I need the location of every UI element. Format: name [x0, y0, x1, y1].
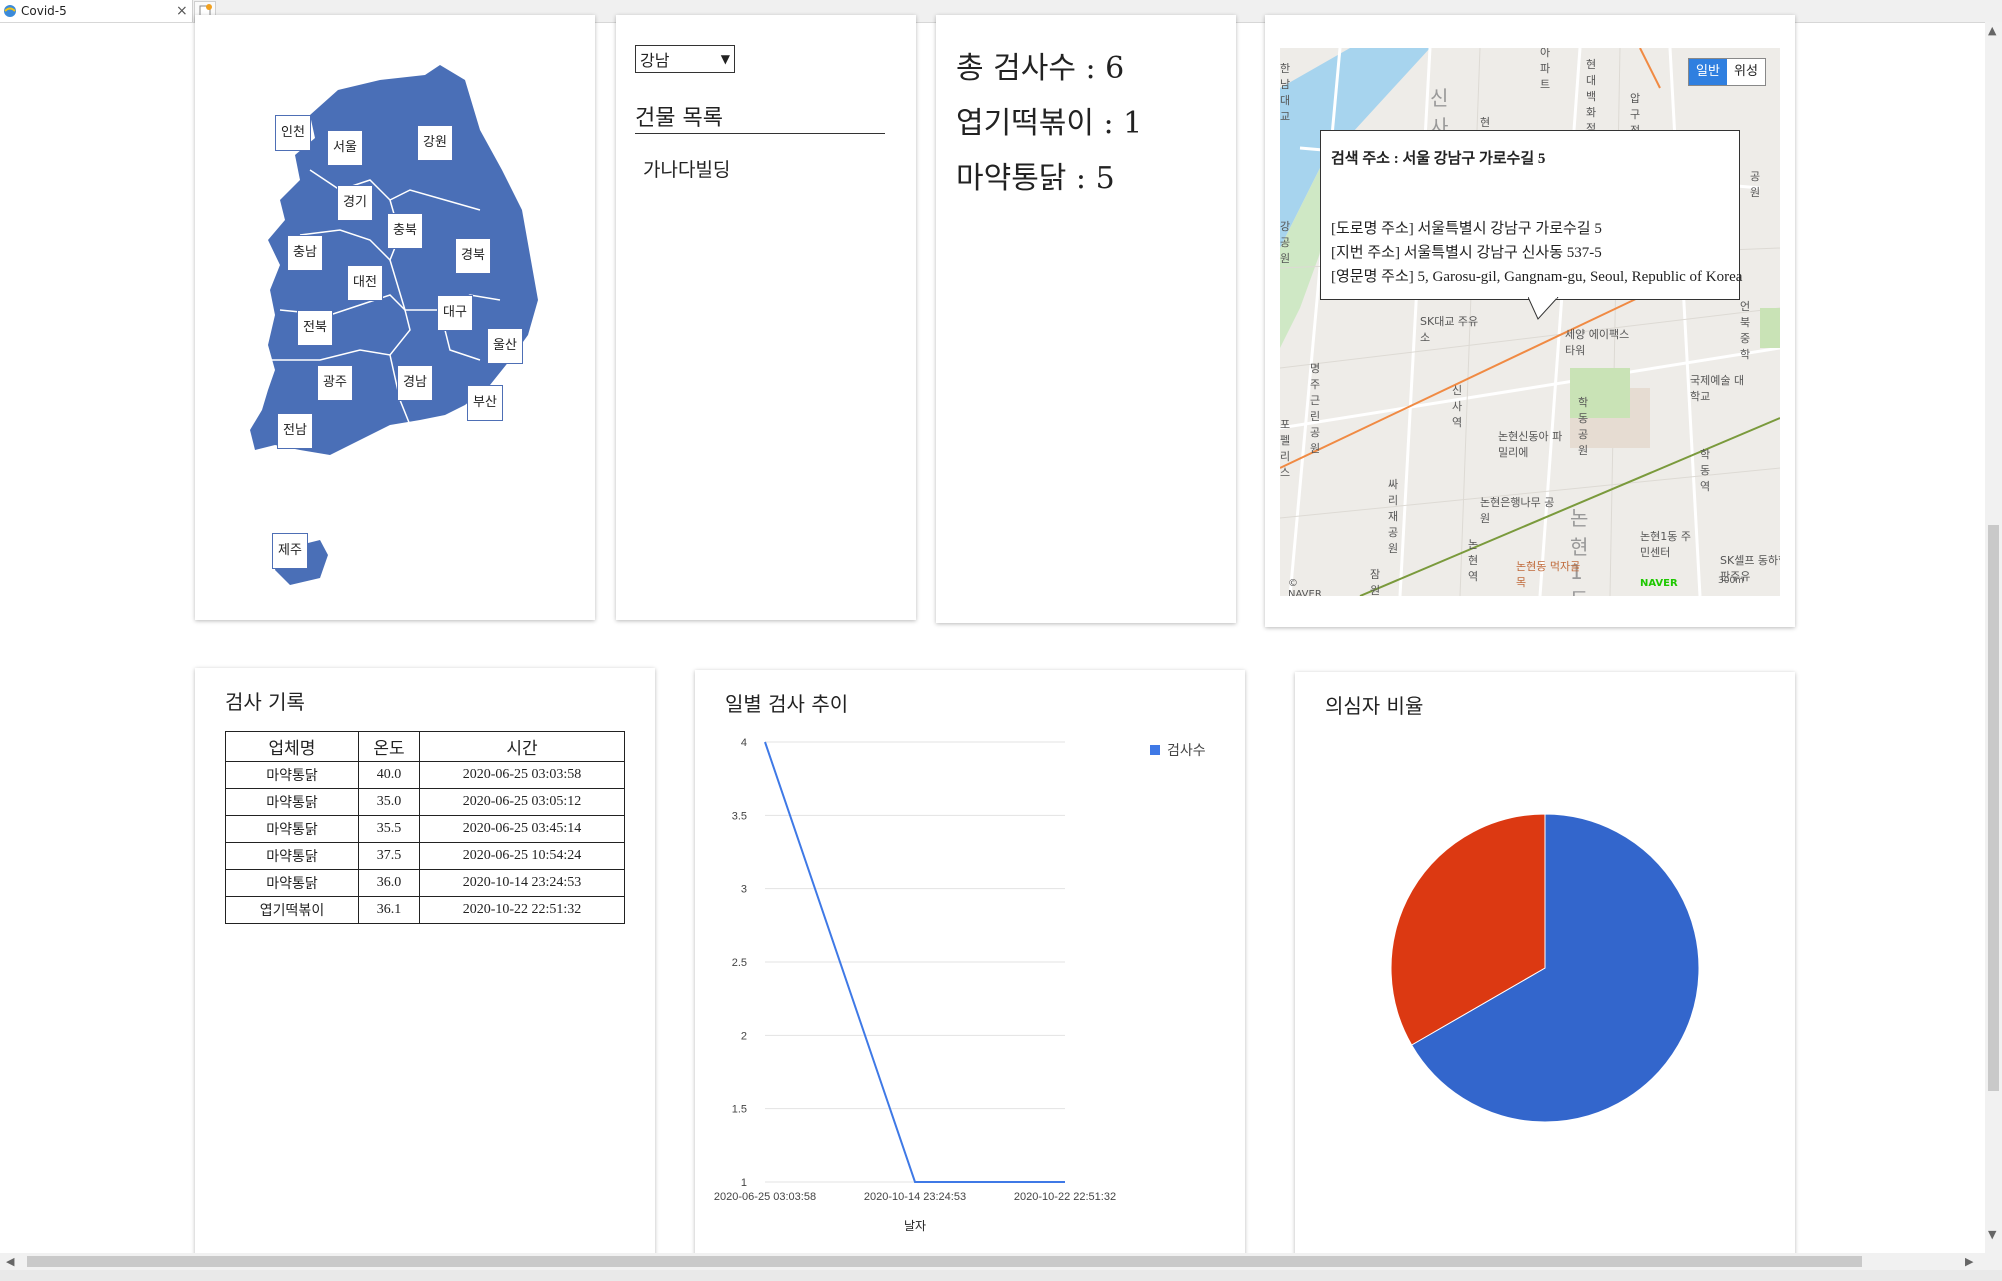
status-bar	[0, 1270, 2002, 1281]
vertical-scroll-thumb[interactable]	[1988, 525, 1999, 1091]
map-type-toggle[interactable]: 일반 위성	[1688, 58, 1766, 86]
pie-chart-title: 의심자 비율	[1325, 694, 1424, 718]
divider	[635, 133, 885, 134]
horizontal-scrollbar[interactable]: ◀ ▶	[0, 1253, 2002, 1270]
cell-store: 마약통닭	[225, 842, 359, 870]
region-button[interactable]: 경북	[455, 238, 491, 274]
region-button[interactable]: 광주	[317, 365, 353, 401]
y-tick-label: 3.5	[732, 810, 747, 822]
scroll-up-icon[interactable]: ▲	[1988, 24, 1996, 37]
region-button[interactable]: 서울	[327, 130, 363, 166]
y-tick-label: 2	[741, 1030, 747, 1042]
column-header-temperature: 온도	[358, 731, 420, 762]
cell-time: 2020-06-25 03:03:58	[419, 761, 625, 789]
x-tick-label: 2020-06-25 03:03:58	[714, 1191, 816, 1203]
building-list-title: 건물 목록	[635, 106, 723, 131]
table-row: 마약통닭 37.5 2020-06-25 10:54:24	[225, 842, 625, 870]
column-header-store: 업체명	[225, 731, 359, 762]
english-address: [영문명 주소] 5, Garosu-gil, Gangnam-gu, Seou…	[1331, 269, 1743, 285]
region-button[interactable]: 대구	[437, 295, 473, 331]
cell-time: 2020-06-25 03:45:14	[419, 815, 625, 843]
cell-temperature: 37.5	[358, 842, 420, 870]
region-button[interactable]: 충북	[387, 213, 423, 249]
x-tick-label: 2020-10-22 22:51:32	[1014, 1191, 1116, 1203]
region-button[interactable]: 제주	[272, 533, 308, 569]
cell-temperature: 36.0	[358, 869, 420, 897]
scroll-left-icon[interactable]: ◀	[6, 1255, 14, 1268]
y-tick-label: 4	[741, 737, 747, 749]
cell-time: 2020-06-25 10:54:24	[419, 842, 625, 870]
x-axis-label: 날자	[904, 1219, 926, 1233]
region-button[interactable]: 대전	[347, 265, 383, 301]
jibun-address: [지번 주소] 서울특별시 강남구 신사동 537-5	[1331, 245, 1602, 261]
pie-chart	[1390, 813, 1700, 1123]
map-type-satellite[interactable]: 위성	[1727, 59, 1765, 85]
region-button[interactable]: 울산	[487, 328, 523, 364]
region-button[interactable]: 강원	[417, 125, 453, 161]
cell-temperature: 35.5	[358, 815, 420, 843]
building-item[interactable]: 가나다빌딩	[643, 155, 730, 182]
cell-time: 2020-10-22 22:51:32	[419, 896, 625, 924]
region-button[interactable]: 전북	[297, 310, 333, 346]
address-infobox: 검색 주소 : 서울 강남구 가로수길 5 [도로명 주소] 서울특별시 강남구…	[1320, 130, 1743, 300]
table-row: 마약통닭 36.0 2020-10-14 23:24:53	[225, 869, 625, 897]
table-row: 엽기떡볶이 36.1 2020-10-22 22:51:32	[225, 896, 625, 924]
cell-temperature: 40.0	[358, 761, 420, 789]
cell-store: 엽기떡볶이	[225, 896, 359, 924]
browser-icon	[4, 5, 16, 17]
region-button[interactable]: 인천	[275, 115, 311, 151]
region-button[interactable]: 부산	[467, 385, 503, 421]
table-row: 마약통닭 35.5 2020-06-25 03:45:14	[225, 815, 625, 843]
y-tick-label: 3	[741, 884, 747, 896]
cell-store: 마약통닭	[225, 869, 359, 897]
tab-title: Covid-5	[21, 4, 67, 18]
x-tick-label: 2020-10-14 23:24:53	[864, 1191, 966, 1203]
search-address: 검색 주소 : 서울 강남구 가로수길 5	[1331, 151, 1546, 167]
column-header-time: 시간	[419, 731, 625, 762]
records-table: 업체명 온도 시간 마약통닭 40.0 2020-06-25 03:03:58 마약통…	[225, 731, 625, 924]
close-tab-icon[interactable]: ×	[176, 0, 188, 22]
region-button[interactable]: 경남	[397, 365, 433, 401]
chevron-down-icon: ▼	[720, 52, 730, 66]
cell-store: 마약통닭	[225, 788, 359, 816]
legend-label: 검사수	[1167, 743, 1206, 759]
region-button[interactable]: 전남	[277, 413, 313, 449]
district-selected-value: 강남	[640, 51, 670, 70]
line-chart-title: 일별 검사 추이	[725, 692, 849, 716]
cell-time: 2020-06-25 03:05:12	[419, 788, 625, 816]
road-address: [도로명 주소] 서울특별시 강남구 가로수길 5	[1331, 221, 1602, 237]
browser-tab[interactable]: Covid-5 ×	[0, 0, 193, 22]
cell-time: 2020-10-14 23:24:53	[419, 869, 625, 897]
cell-temperature: 36.1	[358, 896, 420, 924]
cell-store: 마약통닭	[225, 761, 359, 789]
region-button[interactable]: 충남	[287, 235, 323, 271]
table-header-row: 업체명 온도 시간	[225, 731, 625, 762]
scroll-right-icon[interactable]: ▶	[1965, 1255, 1973, 1268]
records-body: 마약통닭 40.0 2020-06-25 03:03:58 마약통닭 35.0 2020-…	[225, 761, 625, 924]
y-tick-label: 2.5	[732, 957, 747, 969]
table-row: 마약통닭 40.0 2020-06-25 03:03:58	[225, 761, 625, 789]
legend-swatch	[1150, 745, 1160, 755]
horizontal-scroll-thumb[interactable]	[27, 1256, 1862, 1267]
vertical-scrollbar[interactable]: ▲ ▼	[1985, 22, 2002, 1253]
store-count-2: 마약통닭 : 5	[956, 161, 1115, 196]
store-count-1: 엽기떡볶이 : 1	[956, 106, 1143, 141]
infobox-pointer	[1528, 297, 1559, 320]
cell-temperature: 35.0	[358, 788, 420, 816]
region-button[interactable]: 경기	[337, 185, 373, 221]
map-type-normal[interactable]: 일반	[1689, 59, 1727, 85]
y-tick-label: 1.5	[732, 1104, 747, 1116]
scroll-down-icon[interactable]: ▼	[1988, 1228, 1996, 1241]
line-chart: 1 1.5 2 2.5 3 3.5 4 2020-06-25 03:03:58 2020-10-…	[714, 737, 1206, 1233]
district-select[interactable]: 강남 ▼	[635, 45, 735, 73]
total-count: 총 검사수 : 6	[956, 51, 1125, 86]
cell-store: 마약통닭	[225, 815, 359, 843]
table-row: 마약통닭 35.0 2020-06-25 03:05:12	[225, 788, 625, 816]
y-tick-label: 1	[741, 1177, 747, 1189]
records-title: 검사 기록	[225, 690, 305, 714]
